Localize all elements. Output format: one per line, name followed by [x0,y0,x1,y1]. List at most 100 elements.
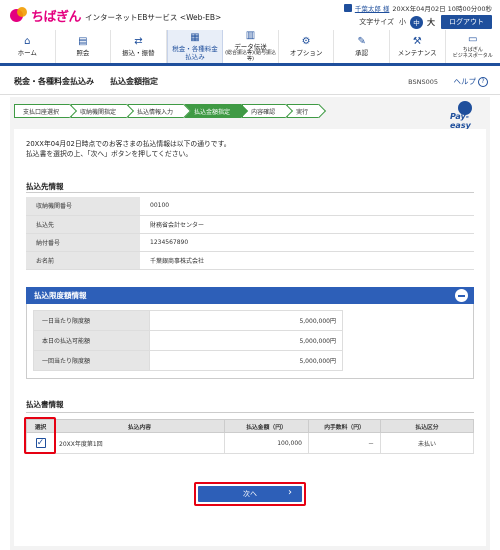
step-item: 支払口座選択 [14,104,71,118]
highlight-select [24,417,56,454]
logout-button[interactable]: ログアウト [441,15,492,29]
intro-line: 払込書を選択の上、「次へ」ボタンを押してください。 [26,150,193,159]
divider [26,412,474,413]
row-value: 00100 [140,197,474,216]
table-row: 納付番号 1234567890 [26,233,474,252]
row-label: 一日当たり限度額 [33,310,150,331]
nav-tax-payment[interactable]: ▦ 税金・各種料金 払込み [166,30,224,63]
nav-label: 振込・振替 [122,48,155,57]
portal-icon: ▭ [468,33,478,45]
step-item: 払込情報入力 [128,104,185,118]
nav-maintenance[interactable]: ⚒ メンテナンス [390,30,446,63]
limits-table: 一日当たり限度額 5,000,000円 本日の払込可能額 5,000,000円 … [33,310,343,371]
table-row: お名前 千葉銀商事株式会社 [26,251,474,270]
font-size-selector: 文字サイズ 小 中 大 ログアウト [359,15,492,29]
page-subtitle: 払込金額指定 [110,77,158,86]
option-icon: ⚙ [301,35,311,47]
chibagin-logo-icon [10,6,28,25]
step-item: 内容確認 [242,104,287,118]
bill-content: 20XX年度第1回 [54,432,225,454]
nav-home[interactable]: ⌂ ホーム [0,30,56,63]
column-header: 内手数料（円） [308,419,381,433]
column-header: 払込金額（円） [224,419,309,433]
nav-option[interactable]: ⚙ オプション [279,30,335,63]
nav-sublabel: ビジネスポータル [452,52,493,59]
table-row: 払込先 財務省会計センター [26,215,474,234]
content-frame: 支払口座選択 収納機関指定 払込情報入力 払込金額指定 内容確認 実行 Pay-… [10,97,490,550]
inquiry-icon: ▤ [78,35,88,47]
row-label: お名前 [26,251,140,270]
limits-accordion-header[interactable]: 払込限度額情報 [26,287,474,304]
row-value: 5,000,000円 [149,350,343,371]
highlight-next [194,482,306,506]
user-icon [343,4,352,12]
nav-inquiry[interactable]: ▤ 照会 [56,30,112,63]
home-icon: ⌂ [24,35,31,47]
table-header-row: 選択 払込内容 払込金額（円） 内手数料（円） 払込区分 [26,419,474,433]
nav-label: 承認 [355,48,369,57]
intro-line: 20XX年04月02日時点でのお客さまの払込情報は以下の通りです。 [26,140,231,148]
payee-info-table: 収納機関番号 00100 払込先 財務省会計センター 納付番号 12345678… [26,197,474,270]
data-transfer-icon: ▥ [245,30,256,42]
table-row: ✓ 20XX年度第1回 100,000 － 未払い [26,432,474,454]
nav-sublabel: (総合振込等)(給与振込等) [225,50,276,63]
screen-id: BSNS005 [408,77,438,86]
row-label: 収納機関番号 [26,197,140,216]
tax-payment-icon: ▦ [190,32,200,44]
font-medium-button[interactable]: 中 [410,15,423,29]
bill-amount: 100,000 [224,432,309,454]
row-value: 財務省会計センター [140,215,474,234]
help-icon: ? [478,76,488,87]
table-row: 収納機関番号 00100 [26,197,474,216]
login-datetime: 20XX年04月02日 10時00分00秒 [392,5,492,13]
step-item-current: 払込金額指定 [185,104,242,118]
transfer-icon: ⇄ [134,35,143,47]
column-header: 払込内容 [54,419,225,433]
column-header: 払込区分 [380,419,474,433]
bank-logo[interactable]: ちばぎん インターネットEBサービス <Web-EB> [10,6,221,25]
nav-transfer[interactable]: ⇄ 振込・振替 [111,30,167,63]
row-label: 納付番号 [26,233,140,252]
row-label: 一回当たり限度額 [33,350,150,371]
table-row: 一回当たり限度額 5,000,000円 [33,350,343,371]
user-info: 千葉太郎 様 20XX年04月02日 10時00分00秒 [343,3,492,13]
font-size-label: 文字サイズ [359,18,394,26]
row-label: 本日の払込可能額 [33,330,150,351]
font-small-button[interactable]: 小 [399,17,406,27]
nav-sublabel: 払込み [185,52,205,61]
row-value: 5,000,000円 [149,310,343,331]
nav-approval[interactable]: ✎ 承認 [334,30,390,63]
step-progress: 支払口座選択 収納機関指定 払込情報入力 払込金額指定 内容確認 実行 [14,104,320,118]
payeasy-logo: Pay-easy [450,101,482,130]
row-value: 1234567890 [140,233,474,252]
collapse-icon[interactable] [455,289,468,302]
header: ちばぎん インターネットEBサービス <Web-EB> 千葉太郎 様 20XX年… [0,0,500,32]
logo-text: ちばぎん [31,10,82,25]
nav-label: 照会 [76,48,90,57]
divider [26,192,474,193]
font-large-button[interactable]: 大 [427,17,435,28]
bill-status: 未払い [380,432,474,454]
nav-business-portal[interactable]: ▭ ちばぎん ビジネスポータル [446,30,500,63]
global-nav: ⌂ ホーム ▤ 照会 ⇄ 振込・振替 ▦ 税金・各種料金 払込み ▥ データ伝送… [0,30,500,66]
limits-panel: 一日当たり限度額 5,000,000円 本日の払込可能額 5,000,000円 … [26,304,474,379]
bill-info-title: 払込書情報 [26,400,64,409]
nav-label: ホーム [17,48,37,57]
user-name-link[interactable]: 千葉太郎 様 [355,3,390,13]
page-title-bar: 税金・各種料金払込み 払込金額指定 BSNS005 ヘルプ ? [0,69,500,95]
bill-table: 選択 払込内容 払込金額（円） 内手数料（円） 払込区分 ✓ 20XX年度第1回… [26,419,474,454]
limits-title: 払込限度額情報 [34,291,87,300]
bill-fee: － [308,432,381,454]
row-value: 千葉銀商事株式会社 [140,251,474,270]
help-link[interactable]: ヘルプ ? [454,76,488,87]
payeasy-label: Pay-easy [450,112,471,130]
maintenance-icon: ⚒ [412,35,422,47]
main-panel: 20XX年04月02日時点でのお客さまの払込情報は以下の通りです。 払込書を選択… [14,129,486,546]
nav-label: メンテナンス [397,48,437,57]
nav-data-transfer[interactable]: ▥ データ伝送 (総合振込等)(給与振込等) [223,30,279,63]
approval-icon: ✎ [357,35,366,47]
intro-text: 20XX年04月02日時点でのお客さまの払込情報は以下の通りです。 払込書を選択… [26,139,231,159]
service-name: インターネットEBサービス <Web-EB> [85,12,222,22]
table-row: 一日当たり限度額 5,000,000円 [33,310,343,331]
row-label: 払込先 [26,215,140,234]
